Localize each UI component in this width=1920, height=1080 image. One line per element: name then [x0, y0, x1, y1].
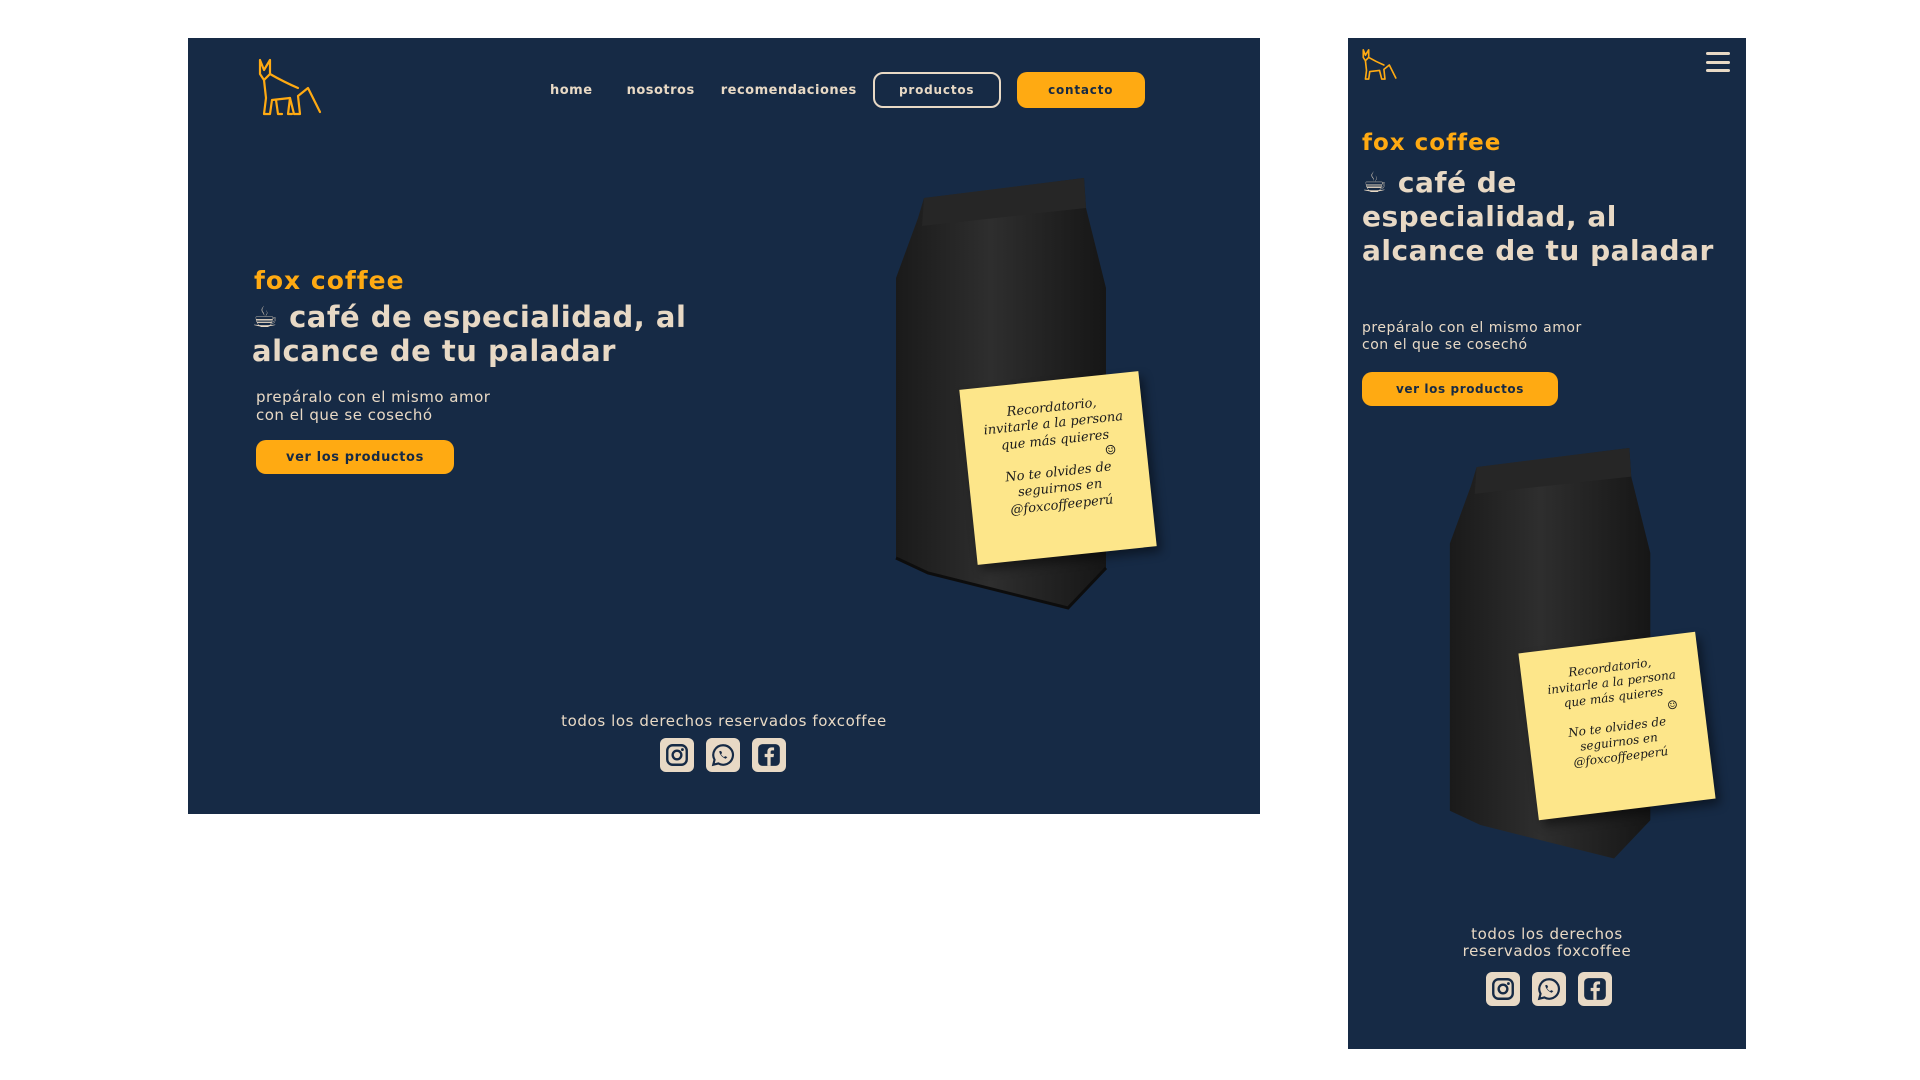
- sticky-note: Recordatorio, invitarle a la persona que…: [1518, 631, 1716, 821]
- brand-title: fox coffee: [254, 266, 405, 295]
- hero-subtitle-line2: con el que se cosechó: [1362, 337, 1528, 353]
- hero-subtitle-line1: prepáralo con el mismo amor: [256, 388, 491, 406]
- nav-nosotros[interactable]: nosotros: [627, 83, 695, 98]
- mobile-preview: fox coffee ☕ café de especialidad, al al…: [1348, 38, 1746, 1049]
- hero-headline-text: café de especialidad, al alcance de tu p…: [1362, 166, 1714, 267]
- nav-contacto-button[interactable]: contacto: [1016, 72, 1145, 108]
- hero-subtitle-line1: prepáralo con el mismo amor: [1362, 320, 1582, 336]
- nav-home[interactable]: home: [550, 83, 593, 98]
- social-links: [660, 738, 786, 772]
- facebook-icon[interactable]: [1578, 972, 1612, 1006]
- ver-productos-button[interactable]: ver los productos: [256, 440, 454, 474]
- whatsapp-icon[interactable]: [1532, 972, 1566, 1006]
- hero-headline-text: café de especialidad, al alcance de tu p…: [252, 300, 687, 368]
- hero-headline: ☕ café de especialidad, al alcance de tu…: [1362, 166, 1722, 268]
- footer-line1: todos los derechos: [1471, 925, 1623, 943]
- ver-productos-button[interactable]: ver los productos: [1362, 372, 1558, 406]
- hero-subtitle: prepáralo con el mismo amor con el que s…: [1362, 320, 1582, 354]
- fox-logo[interactable]: [254, 58, 324, 118]
- nav-recomendaciones[interactable]: recomendaciones: [721, 83, 857, 98]
- footer-line2: reservados foxcoffee: [1462, 942, 1632, 960]
- desktop-preview: home nosotros recomendaciones productos …: [188, 38, 1260, 814]
- sticky-note: Recordatorio, invitarle a la persona que…: [959, 371, 1157, 565]
- hero-headline: ☕ café de especialidad, al alcance de tu…: [252, 300, 812, 368]
- brand-title: fox coffee: [1362, 130, 1502, 156]
- footer-copyright: todos los derechos reservados foxcoffee: [561, 712, 887, 730]
- hamburger-menu-icon[interactable]: [1706, 52, 1730, 72]
- hero-subtitle-line2: con el que se cosechó: [256, 406, 433, 424]
- coffee-cup-icon: ☕: [252, 300, 279, 334]
- hero-subtitle: prepáralo con el mismo amor con el que s…: [256, 388, 490, 424]
- whatsapp-icon[interactable]: [706, 738, 740, 772]
- facebook-icon[interactable]: [752, 738, 786, 772]
- coffee-cup-icon: ☕: [1362, 166, 1388, 199]
- nav-productos-button[interactable]: productos: [872, 72, 1001, 108]
- main-nav: home nosotros recomendaciones productos …: [550, 72, 1145, 108]
- social-links: [1486, 972, 1612, 1006]
- fox-logo[interactable]: [1360, 48, 1398, 82]
- instagram-icon[interactable]: [660, 738, 694, 772]
- footer-copyright: todos los derechos reservados foxcoffee: [1348, 926, 1746, 960]
- instagram-icon[interactable]: [1486, 972, 1520, 1006]
